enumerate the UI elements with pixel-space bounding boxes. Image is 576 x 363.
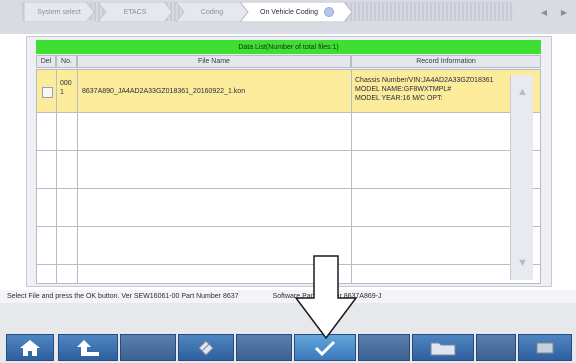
delete-checkbox[interactable] xyxy=(42,87,53,98)
table-row[interactable] xyxy=(37,189,540,227)
row-no-part2: 1 xyxy=(60,89,64,96)
empty-button[interactable] xyxy=(236,334,292,361)
tab-label: ETACS xyxy=(123,8,147,16)
eraser-icon xyxy=(198,339,214,356)
scroll-up-icon[interactable]: ▲ xyxy=(511,79,534,105)
scroll-left-icon[interactable]: ◀ xyxy=(538,8,550,17)
column-header-file-name: File Name xyxy=(77,55,351,68)
tab-label: On Vehicle Coding xyxy=(260,8,318,16)
tab-system-select[interactable]: System select xyxy=(24,2,94,22)
file-table: 000 1 8637A890_JA4AD2A33GZ018361_2016092… xyxy=(36,69,541,284)
back-button[interactable] xyxy=(58,334,118,361)
cart-button[interactable] xyxy=(518,334,572,361)
column-divider xyxy=(351,70,352,283)
column-header-del: Del xyxy=(36,55,56,68)
tab-label: Coding xyxy=(200,8,224,16)
row-no-part1: 000 xyxy=(60,80,72,87)
column-divider xyxy=(77,70,78,283)
empty-button[interactable] xyxy=(476,334,516,361)
table-row[interactable] xyxy=(37,227,540,265)
scroll-right-icon[interactable]: ▶ xyxy=(558,8,570,17)
table-row[interactable] xyxy=(37,113,540,151)
folder-icon xyxy=(430,342,456,355)
empty-button[interactable] xyxy=(358,334,410,361)
tab-coding[interactable]: Coding xyxy=(176,2,248,22)
back-icon xyxy=(77,339,99,356)
tab-close-icon[interactable] xyxy=(324,7,334,17)
scroll-down-icon[interactable]: ▼ xyxy=(511,250,534,276)
folder-button[interactable] xyxy=(412,334,474,361)
tab-label: System select xyxy=(37,8,81,16)
empty-button[interactable] xyxy=(120,334,176,361)
table-row[interactable] xyxy=(37,151,540,189)
row-record-line1: Chassis Number/VIN:JA4AD2A33GZ018361 xyxy=(355,77,494,84)
column-header-no: No. xyxy=(56,55,77,68)
tab-on-vehicle-coding[interactable]: On Vehicle Coding xyxy=(240,2,352,22)
tab-bar: System select ETACS Coding On Vehicle Co… xyxy=(0,0,576,34)
table-scrollbar[interactable]: ▲ ▼ xyxy=(510,75,533,280)
column-header-record-info: Record Information xyxy=(351,55,541,68)
status-text-left: Select File and press the OK button. Ver… xyxy=(7,293,239,300)
home-button[interactable] xyxy=(6,334,54,361)
tab-nav: ◀ ▶ xyxy=(538,8,570,17)
bottom-toolbar xyxy=(0,303,576,363)
column-divider xyxy=(56,70,57,283)
erase-button[interactable] xyxy=(178,334,234,361)
table-title: Data List(Number of total files:1) xyxy=(36,40,541,54)
row-record-line2: MODEL NAME:GF8WXTMPL# xyxy=(355,86,452,93)
status-bar: Select File and press the OK button. Ver… xyxy=(0,290,576,303)
home-icon xyxy=(20,339,40,356)
tab-etacs[interactable]: ETACS xyxy=(98,2,172,22)
pointer-arrow-icon xyxy=(294,255,358,340)
row-record-line3: MODEL YEAR:16 M/C OPT: xyxy=(355,95,443,102)
row-file-name: 8637A890_JA4AD2A33GZ018361_20160922_1.ko… xyxy=(82,88,246,95)
cart-icon xyxy=(536,342,554,353)
table-row[interactable]: 000 1 8637A890_JA4AD2A33GZ018361_2016092… xyxy=(37,70,540,113)
